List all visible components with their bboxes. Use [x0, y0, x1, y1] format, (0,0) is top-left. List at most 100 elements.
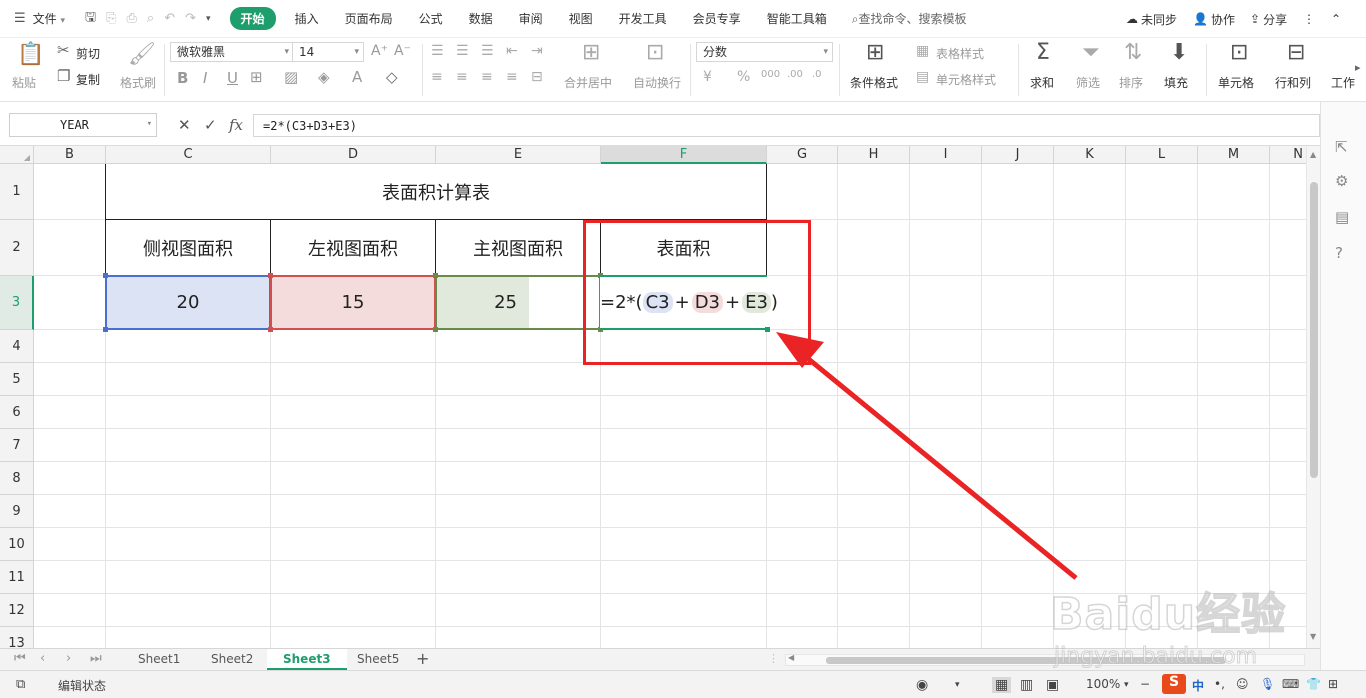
decrease-font-icon[interactable]: A⁻ — [394, 44, 411, 58]
normal-view-icon[interactable]: ▦ — [992, 677, 1012, 693]
name-box[interactable]: YEAR ▾ — [9, 113, 157, 137]
save-icon[interactable]: 🖫 — [85, 8, 96, 30]
fill-button[interactable]: 填充 — [1164, 74, 1188, 91]
row-header-7[interactable]: 7 — [0, 429, 34, 462]
cell-icon[interactable]: ⊡ — [1230, 42, 1248, 64]
copy-icon[interactable]: ❐ — [57, 69, 70, 84]
column-header-i[interactable]: I — [910, 146, 982, 164]
backup-icon[interactable]: ▤ — [1335, 208, 1349, 226]
align-left-icon[interactable]: ≡ — [431, 70, 443, 84]
pointer-icon[interactable]: ⇱ — [1335, 138, 1348, 156]
row-header-13[interactable]: 13 — [0, 627, 34, 648]
tab-insert[interactable]: 插入 — [295, 7, 319, 30]
row-header-9[interactable]: 9 — [0, 495, 34, 528]
borders-icon[interactable]: ⊞ — [250, 70, 263, 85]
tab-page-layout[interactable]: 页面布局 — [345, 7, 393, 30]
cell-style-icon[interactable]: ▤ — [916, 70, 929, 84]
paste-button[interactable]: 粘贴 — [12, 74, 36, 91]
worksheet-button[interactable]: 工作 — [1331, 74, 1355, 91]
export-icon[interactable]: ⎘ — [106, 11, 116, 26]
ime-tools-icon[interactable]: ⊞ — [1328, 677, 1338, 691]
justify-icon[interactable]: ≡ — [506, 70, 518, 84]
scroll-up-icon[interactable]: ▲ — [1310, 150, 1316, 159]
hamburger-menu-icon[interactable]: ☰ — [14, 11, 26, 26]
header-front-view-area[interactable]: 主视图面积 — [436, 220, 600, 275]
row-header-10[interactable]: 10 — [0, 528, 34, 561]
wrap-text-button[interactable]: 自动换行 — [633, 74, 681, 91]
align-center-icon[interactable]: ≡ — [456, 70, 468, 84]
distribute-icon[interactable]: ⊟ — [531, 70, 543, 84]
currency-icon[interactable]: ¥ — [703, 70, 712, 84]
fill-pattern-icon[interactable]: ▨ — [284, 70, 298, 85]
cancel-formula-icon[interactable]: ✕ — [178, 116, 191, 134]
column-header-m[interactable]: M — [1198, 146, 1270, 164]
row-header-3[interactable]: 3 — [0, 276, 34, 330]
align-bottom-icon[interactable]: ☰ — [481, 44, 494, 58]
format-painter-button[interactable]: 格式刷 — [120, 74, 156, 91]
cell-c3[interactable]: 20 — [105, 275, 271, 330]
tab-developer[interactable]: 开发工具 — [619, 7, 667, 30]
align-top-icon[interactable]: ☰ — [431, 44, 444, 58]
cell-style-button[interactable]: 单元格样式 — [936, 71, 996, 88]
align-middle-icon[interactable]: ☰ — [456, 44, 469, 58]
column-header-g[interactable]: G — [767, 146, 838, 164]
row-header-6[interactable]: 6 — [0, 396, 34, 429]
clear-format-icon[interactable]: ◇ — [386, 70, 398, 85]
tab-review[interactable]: 审阅 — [519, 7, 543, 30]
undo-icon[interactable]: ↶ — [164, 11, 175, 26]
scroll-down-icon[interactable]: ▼ — [1310, 632, 1316, 641]
scroll-left-icon[interactable]: ◀ — [788, 653, 794, 662]
print-preview-icon[interactable]: ⌕ — [147, 11, 154, 26]
filter-button[interactable]: 筛选 — [1076, 74, 1100, 91]
command-search[interactable]: ⌕查找命令、搜索模板 — [852, 10, 967, 27]
scissors-icon[interactable]: ✂ — [57, 43, 70, 58]
macro-record-icon[interactable]: ⧉ — [16, 677, 25, 692]
sum-button[interactable]: 求和 — [1030, 74, 1054, 91]
increase-indent-icon[interactable]: ⇥ — [531, 44, 543, 58]
adjust-icon[interactable]: ⚙ — [1335, 172, 1348, 190]
first-sheet-icon[interactable]: ⏮ — [14, 651, 26, 666]
column-header-b[interactable]: B — [34, 146, 106, 164]
table-style-button[interactable]: 表格样式 — [936, 45, 984, 62]
header-left-view-area[interactable]: 左视图面积 — [271, 220, 435, 275]
filter-icon[interactable]: ⏷ — [1082, 42, 1100, 64]
next-sheet-icon[interactable]: › — [66, 651, 71, 666]
conditional-format-button[interactable]: 条件格式 — [850, 74, 898, 91]
underline-icon[interactable]: U — [227, 71, 238, 86]
row-header-5[interactable]: 5 — [0, 363, 34, 396]
file-menu[interactable]: 文件 ▾ — [33, 10, 65, 27]
collaborate-button[interactable]: 👤 协作 — [1193, 0, 1235, 38]
increase-font-icon[interactable]: A⁺ — [371, 44, 388, 58]
more-options-icon[interactable]: ⋮ — [1303, 0, 1315, 38]
table-style-icon[interactable]: ▦ — [916, 44, 929, 58]
percent-icon[interactable]: % — [737, 70, 750, 84]
copy-button[interactable]: 复制 — [76, 71, 100, 88]
fill-icon[interactable]: ⬇ — [1170, 42, 1188, 64]
help-icon[interactable]: ? — [1335, 244, 1343, 262]
align-right-icon[interactable]: ≡ — [481, 70, 493, 84]
collapse-ribbon-icon[interactable]: ⌃ — [1331, 0, 1341, 38]
column-header-k[interactable]: K — [1054, 146, 1126, 164]
conditional-format-icon[interactable]: ⊞ — [866, 42, 884, 64]
paste-icon[interactable]: 📋 — [17, 44, 44, 66]
sheet-tab-2[interactable]: Sheet2 — [195, 649, 269, 670]
sheet-tab-1[interactable]: Sheet1 — [122, 649, 196, 670]
tab-home[interactable]: 开始 — [229, 7, 276, 30]
confirm-formula-icon[interactable]: ✓ — [204, 116, 217, 134]
add-sheet-button[interactable]: + — [416, 649, 429, 668]
cell-d3[interactable]: 15 — [270, 275, 436, 330]
header-side-view-area[interactable]: 侧视图面积 — [106, 220, 270, 275]
eye-protect-dropdown-icon[interactable]: ▾ — [955, 680, 960, 690]
format-painter-icon[interactable]: 🖌 — [128, 44, 156, 66]
page-layout-view-icon[interactable]: ▥ — [1020, 677, 1033, 693]
sort-button[interactable]: 排序 — [1119, 74, 1143, 91]
eye-protect-icon[interactable]: ◉ — [916, 677, 928, 693]
sort-icon[interactable]: ⇅ — [1124, 42, 1142, 64]
tab-view[interactable]: 视图 — [569, 7, 593, 30]
column-header-f[interactable]: F — [601, 146, 767, 164]
insert-function-icon[interactable]: fx — [229, 116, 243, 134]
prev-sheet-icon[interactable]: ‹ — [40, 651, 45, 666]
select-all-corner[interactable]: ◢ — [0, 146, 34, 164]
decrease-indent-icon[interactable]: ⇤ — [506, 44, 518, 58]
cell-e3[interactable]: 25 — [437, 277, 529, 328]
